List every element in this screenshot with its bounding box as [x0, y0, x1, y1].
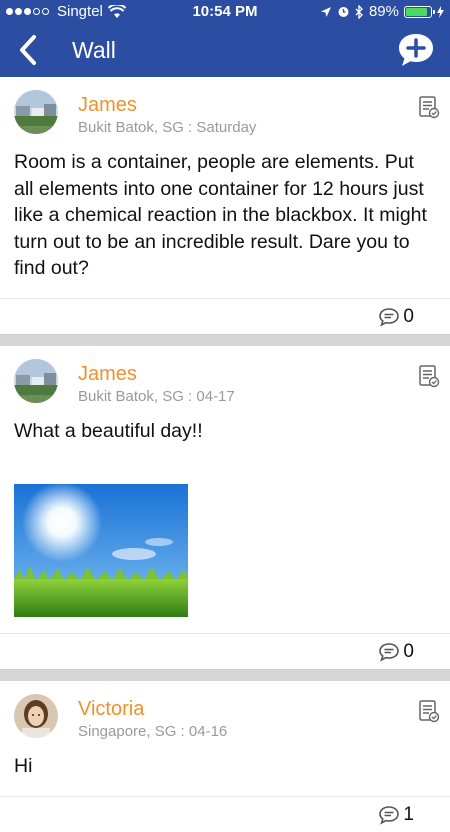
- comment-button[interactable]: 0: [378, 306, 414, 328]
- add-comment-icon: [399, 34, 433, 66]
- comment-count: 0: [403, 641, 414, 662]
- post-header: James Bukit Batok, SG : Saturday: [0, 77, 450, 149]
- chevron-left-icon: [20, 35, 36, 65]
- comment-count: 1: [403, 803, 414, 825]
- post-header: James Bukit Batok, SG : 04-17: [0, 346, 450, 418]
- post-card: James Bukit Batok, SG : Saturday Room is…: [0, 77, 450, 334]
- post-header: Victoria Singapore, SG : 04-16: [0, 681, 450, 753]
- page-title: Wall: [72, 37, 116, 63]
- post-divider: [0, 333, 450, 346]
- comment-bubble-icon: [379, 307, 400, 327]
- post-card: Victoria Singapore, SG : 04-16 Hi 1: [0, 681, 450, 832]
- nav-bar: Wall: [0, 24, 450, 77]
- bluetooth-icon: [355, 4, 363, 19]
- post-footer: 0: [0, 633, 450, 669]
- post-text: Hi: [14, 755, 33, 777]
- battery-icon: [404, 5, 435, 18]
- comment-bubble-icon: [379, 805, 400, 825]
- post-text: What a beautiful day!!: [14, 419, 203, 442]
- status-right: 89%: [320, 3, 444, 20]
- avatar[interactable]: [14, 90, 58, 134]
- avatar[interactable]: [14, 358, 58, 403]
- alarm-icon: [338, 7, 349, 17]
- post-footer: 0: [0, 297, 450, 334]
- post-menu-button[interactable]: [418, 699, 440, 723]
- comment-count: 0: [403, 305, 414, 327]
- post-footer: 1: [0, 795, 450, 832]
- wall-feed[interactable]: James Bukit Batok, SG : Saturday Room is…: [0, 77, 450, 832]
- new-post-button[interactable]: [396, 30, 436, 70]
- post-menu-button[interactable]: [418, 95, 440, 119]
- comment-button[interactable]: 0: [378, 641, 414, 663]
- author-name[interactable]: James: [78, 94, 137, 117]
- author-name[interactable]: Victoria: [78, 698, 144, 721]
- post-divider: [0, 669, 450, 681]
- location-arrow-icon: [320, 6, 331, 17]
- note-icon: [419, 700, 440, 723]
- author-name[interactable]: James: [78, 363, 137, 386]
- battery-fill: [406, 7, 428, 16]
- battery-percent: 89%: [368, 3, 399, 20]
- post-image[interactable]: [14, 484, 188, 617]
- post-text: Room is a container, people are elements…: [14, 151, 427, 279]
- note-icon: [419, 96, 440, 119]
- status-bar: Singtel 10:54 PM 89%: [0, 0, 450, 24]
- comment-bubble-icon: [379, 643, 400, 662]
- comment-button[interactable]: 1: [378, 804, 414, 826]
- post-card: James Bukit Batok, SG : 04-17 What a bea…: [0, 345, 450, 669]
- post-menu-button[interactable]: [418, 364, 440, 388]
- back-button[interactable]: [14, 34, 44, 66]
- post-meta: Singapore, SG : 04-16: [78, 723, 228, 740]
- avatar[interactable]: [14, 694, 58, 738]
- post-meta: Bukit Batok, SG : 04-17: [78, 387, 235, 405]
- post-meta: Bukit Batok, SG : Saturday: [78, 119, 257, 136]
- charging-icon: [437, 5, 444, 18]
- note-icon: [419, 364, 440, 387]
